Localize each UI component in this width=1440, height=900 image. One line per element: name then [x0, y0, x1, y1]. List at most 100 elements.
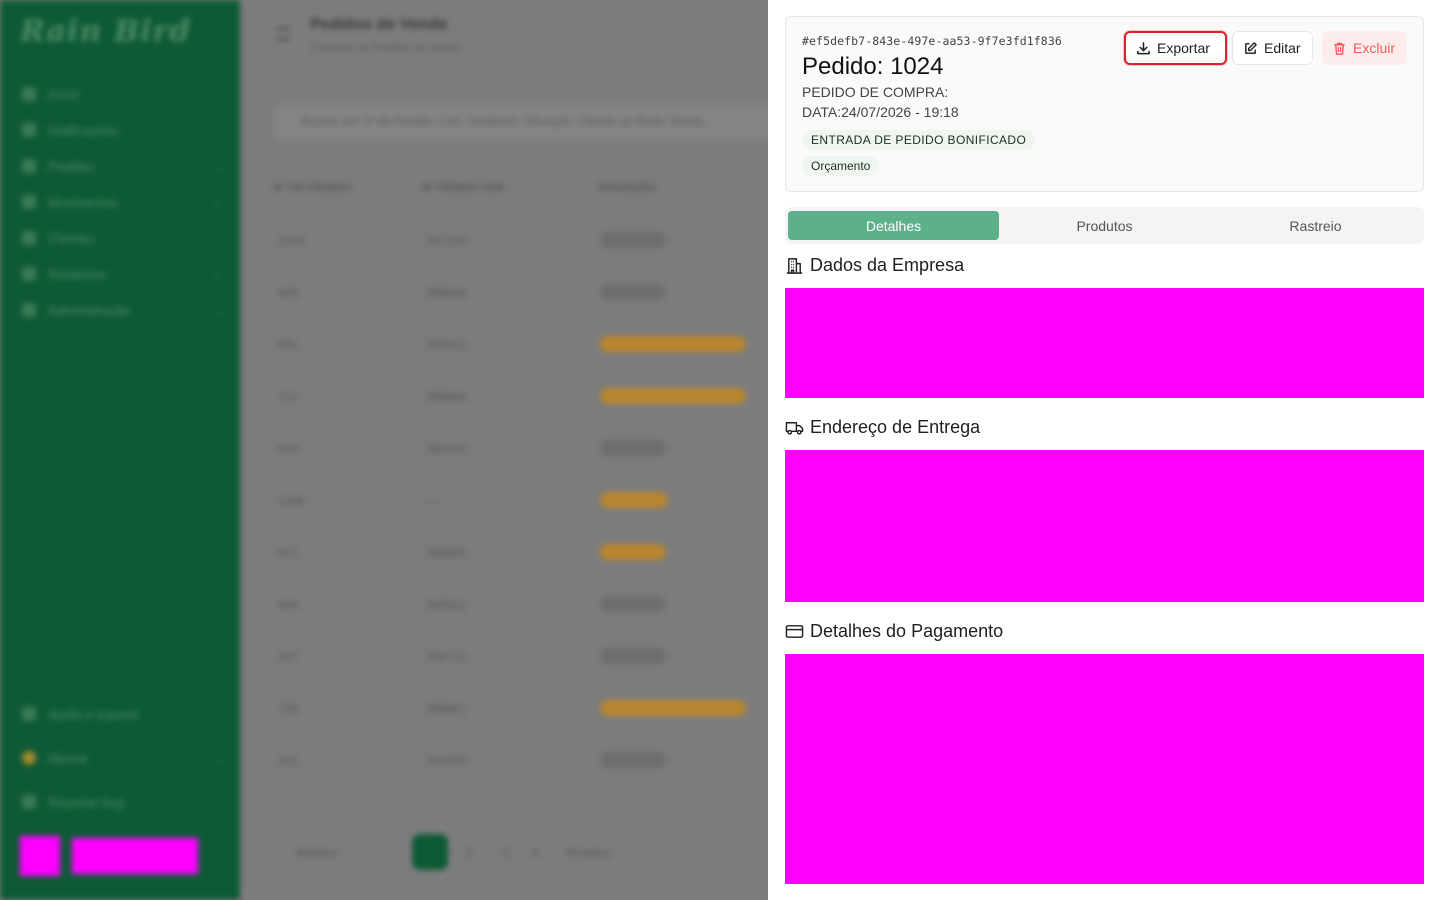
- table-row[interactable]: 971 288995: [274, 528, 794, 580]
- users-icon: [22, 231, 36, 245]
- pagination: Anterior 2 3 4 Próximo: [276, 834, 766, 872]
- table-row[interactable]: 201 281090: [274, 736, 794, 788]
- home-icon: [22, 87, 36, 101]
- payment-section-title: Detalhes do Pagamento: [785, 621, 1003, 642]
- admin-icon: [22, 303, 36, 317]
- pagination-page[interactable]: 4: [532, 846, 539, 860]
- sap-number-cell: 288995: [426, 546, 467, 560]
- order-number-cell: 991: [278, 338, 299, 352]
- chevron-down-icon: ⌄: [211, 159, 222, 173]
- order-hash: #ef5defb7-843e-497e-aa53-9f7e3fd1f836: [802, 34, 1062, 48]
- chevron-down-icon: ⌄: [211, 267, 222, 281]
- download-icon: [1137, 41, 1150, 54]
- status-badge: [600, 388, 746, 404]
- table-row[interactable]: 1024 287130: [274, 216, 794, 268]
- status-badge: [600, 648, 666, 664]
- delivery-section-title: Endereço de Entrega: [785, 417, 980, 438]
- export-button[interactable]: Exportar: [1124, 31, 1227, 65]
- nav-item-notifications[interactable]: Notificações: [22, 120, 222, 140]
- background-app: Rain Bird Início Notificações Pedidos ⌄ M…: [0, 0, 794, 900]
- sap-number-cell: 283012: [426, 338, 467, 352]
- table-row[interactable]: 337 284712: [274, 632, 794, 684]
- nav-item-reports[interactable]: Relatórios ⌄: [22, 264, 222, 284]
- user-name-redacted: [72, 838, 198, 874]
- purchase-order-label: PEDIDO DE COMPRA:: [802, 84, 949, 100]
- sap-number-cell: 285302: [426, 442, 467, 456]
- sidebar: Rain Bird Início Notificações Pedidos ⌄ M…: [0, 0, 240, 900]
- search-input[interactable]: Buscar por nº de Pedido, Cód. Vendedor, …: [274, 104, 794, 140]
- sap-number-cell: 286901: [426, 702, 467, 716]
- column-header[interactable]: Nº PEDIDO SAP: [422, 182, 505, 194]
- nav-item-bug[interactable]: Reportar bug: [22, 792, 222, 812]
- column-header[interactable]: Nº DO PEDIDO: [274, 182, 351, 194]
- status-badge: [600, 700, 746, 716]
- tab-details[interactable]: Detalhes: [788, 211, 999, 240]
- pagination-page[interactable]: 3: [502, 846, 509, 860]
- pagination-next[interactable]: Próximo: [566, 846, 610, 860]
- status-badge: [600, 284, 666, 300]
- delete-button[interactable]: Excluir: [1322, 31, 1407, 65]
- sap-number-cell: 281090: [426, 754, 467, 768]
- reports-icon: [22, 267, 36, 281]
- table-row[interactable]: 735 286901: [274, 684, 794, 736]
- sap-number-cell: 284712: [426, 650, 467, 664]
- nav-item-clients[interactable]: Clientes: [22, 228, 222, 248]
- order-number-cell: 924: [278, 598, 299, 612]
- table-row[interactable]: 712 286904: [274, 372, 794, 424]
- order-number-cell: 971: [278, 546, 299, 560]
- tab-tracking[interactable]: Rastreio: [1210, 211, 1421, 240]
- avatar[interactable]: [20, 836, 60, 876]
- nav-item-home[interactable]: Início: [22, 84, 222, 104]
- main-content: Pedidos de Venda Consulta de Pedidos de …: [240, 0, 794, 900]
- sap-number-cell: 286904: [426, 390, 467, 404]
- chevron-down-icon: ⌄: [211, 303, 222, 317]
- page-title: Pedidos de Venda: [310, 16, 447, 33]
- order-number-cell: 337: [278, 650, 299, 664]
- status-badge: [600, 492, 668, 508]
- sap-number-cell: 287130: [426, 234, 467, 248]
- pagination-prev[interactable]: Anterior: [296, 846, 338, 860]
- brand-logo: Rain Bird: [20, 14, 192, 49]
- status-badge: [600, 440, 666, 456]
- pagination-current[interactable]: [412, 834, 448, 870]
- order-title: Pedido: 1024: [802, 53, 944, 80]
- credit-card-icon: [785, 625, 804, 638]
- pagination-page[interactable]: 2: [466, 846, 473, 860]
- company-section-title: Dados da Empresa: [785, 255, 964, 276]
- status-badge: [600, 544, 666, 560]
- building-icon: [786, 258, 803, 274]
- bell-icon: [22, 123, 36, 137]
- menu-icon[interactable]: [276, 28, 290, 40]
- tab-products[interactable]: Produtos: [999, 211, 1210, 240]
- edit-button[interactable]: Editar: [1232, 31, 1313, 65]
- truck-icon: [785, 422, 804, 435]
- chevron-down-icon: ⌄: [211, 751, 222, 765]
- trash-icon: [1334, 42, 1345, 55]
- order-number-cell: 712: [278, 390, 299, 404]
- company-details-redacted: [785, 288, 1424, 398]
- status-badge: Orçamento: [802, 156, 880, 176]
- sap-number-cell: 283531: [426, 598, 467, 612]
- sap-number-cell: —: [426, 494, 438, 508]
- nav-item-language[interactable]: Idioma ⌄: [22, 748, 222, 768]
- table-row[interactable]: 1008 —: [274, 476, 794, 528]
- table-row[interactable]: 846 285302: [274, 424, 794, 476]
- nav-item-admin[interactable]: Administração ⌄: [22, 300, 222, 320]
- status-badge: [600, 596, 666, 612]
- movements-icon: [22, 195, 36, 209]
- status-badge: [600, 752, 666, 768]
- table-row[interactable]: 991 283012: [274, 320, 794, 372]
- order-number-cell: 1008: [278, 494, 305, 508]
- status-badge: [600, 336, 746, 352]
- table-row[interactable]: 925 289036: [274, 268, 794, 320]
- column-header[interactable]: SITUAÇÃO: [598, 182, 655, 194]
- detail-tabs: Detalhes Produtos Rastreio: [785, 207, 1424, 244]
- nav-item-movements[interactable]: Movimentos ⌄: [22, 192, 222, 212]
- order-type-badge: ENTRADA DE PEDIDO BONIFICADO: [802, 130, 1036, 150]
- nav-item-orders[interactable]: Pedidos ⌄: [22, 156, 222, 176]
- payment-details-redacted: [785, 654, 1424, 884]
- table-row[interactable]: 924 283531: [274, 580, 794, 632]
- nav-item-help[interactable]: Ajuda e suporte: [22, 704, 222, 724]
- page-subtitle: Consulta de Pedidos de Venda: [310, 42, 462, 54]
- chevron-down-icon: ⌄: [211, 195, 222, 209]
